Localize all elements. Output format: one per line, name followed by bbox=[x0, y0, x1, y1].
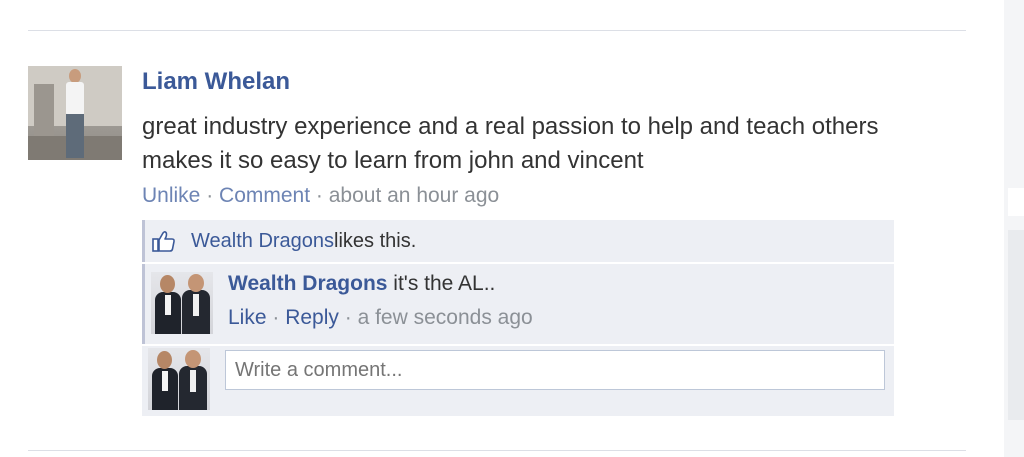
post-text: great industry experience and a real pas… bbox=[142, 113, 879, 174]
liker-name-link[interactable]: Wealth Dragons bbox=[191, 230, 334, 253]
comment-like-link[interactable]: Like bbox=[228, 306, 267, 329]
likes-suffix: likes this. bbox=[334, 229, 417, 252]
separator-dot: · bbox=[200, 184, 220, 207]
post-author-name[interactable]: Liam Whelan bbox=[142, 68, 290, 96]
comment-body: Wealth Dragons it's the AL.. bbox=[228, 272, 495, 296]
separator-dot: · bbox=[310, 184, 329, 207]
comment-reply-link[interactable]: Reply bbox=[285, 306, 339, 329]
post-timestamp[interactable]: about an hour ago bbox=[329, 184, 499, 207]
unlike-link[interactable]: Unlike bbox=[142, 184, 200, 207]
post-actions: Unlike · Comment · about an hour ago bbox=[142, 184, 499, 208]
comment-actions: Like · Reply · a few seconds ago bbox=[228, 306, 533, 330]
bottom-divider bbox=[28, 450, 966, 451]
commenter-name-link[interactable]: Wealth Dragons bbox=[228, 272, 387, 295]
comment-composer bbox=[142, 346, 894, 416]
sidebar-card bbox=[1008, 230, 1024, 420]
comment-timestamp[interactable]: a few seconds ago bbox=[358, 306, 533, 329]
comment-link[interactable]: Comment bbox=[219, 184, 310, 207]
viewer-avatar bbox=[148, 348, 210, 410]
author-avatar[interactable] bbox=[28, 66, 122, 160]
separator-dot: · bbox=[266, 306, 286, 329]
sidebar-card-top bbox=[1008, 188, 1024, 216]
comment-item: Wealth Dragons it's the AL.. Like · Repl… bbox=[142, 264, 894, 344]
write-comment-input[interactable] bbox=[225, 350, 885, 390]
commenter-avatar[interactable] bbox=[151, 272, 213, 334]
top-divider bbox=[28, 30, 966, 31]
feedback-box: Wealth Dragons likes this. Wealth Dragon… bbox=[142, 220, 894, 416]
thumbs-up-icon bbox=[151, 229, 177, 253]
likes-summary: Wealth Dragons likes this. bbox=[142, 220, 894, 262]
comment-text: it's the AL.. bbox=[387, 272, 496, 295]
separator-dot: · bbox=[338, 306, 358, 329]
